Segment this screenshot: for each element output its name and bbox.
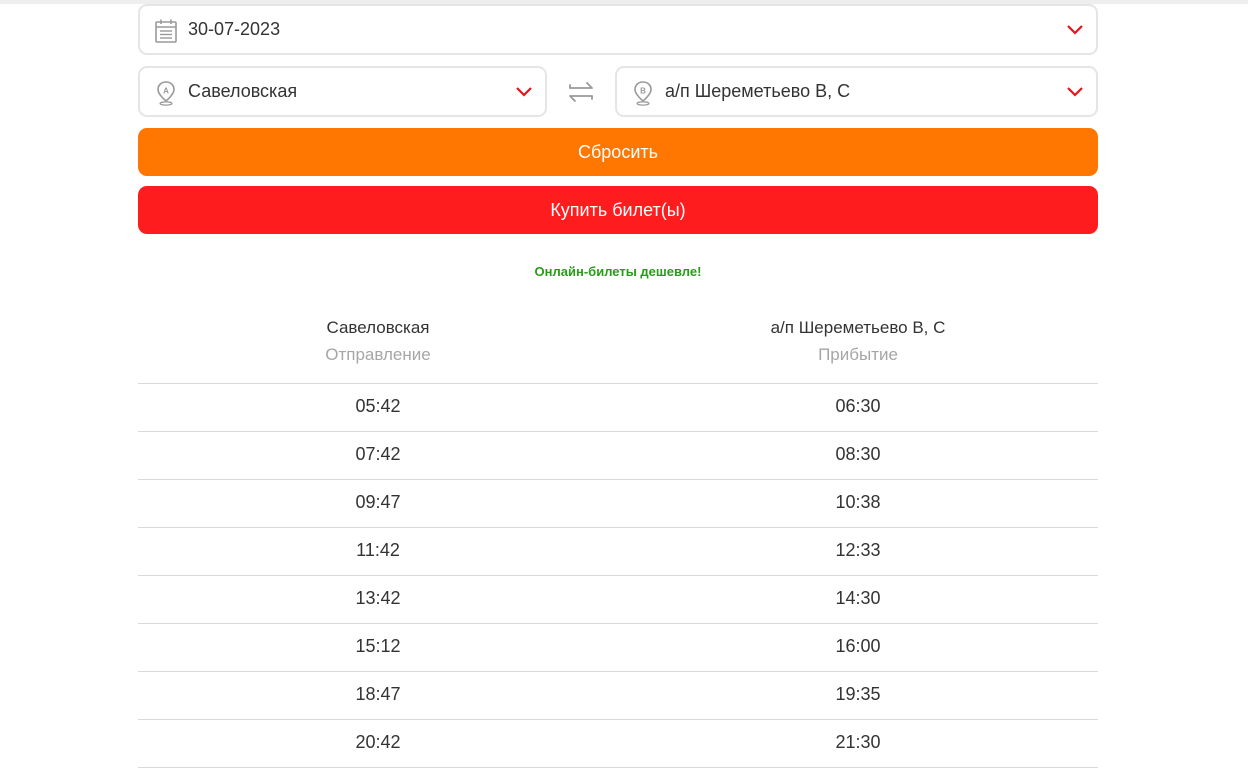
departure-time: 09:47	[355, 492, 401, 512]
chevron-down-icon	[1067, 87, 1083, 97]
departure-time: 07:42	[355, 444, 401, 464]
arrival-station-name: а/п Шереметьево B, C	[770, 318, 946, 337]
svg-text:A: A	[163, 87, 169, 96]
arrival-station-select[interactable]: B а/п Шереметьево B, C	[615, 66, 1098, 117]
calendar-icon	[155, 19, 177, 43]
departure-time: 05:42	[355, 396, 401, 416]
chevron-down-icon	[1067, 25, 1083, 35]
departure-column-header: Савеловская Отправление	[138, 316, 618, 367]
chevron-down-icon	[516, 87, 532, 97]
arrival-time: 14:30	[835, 588, 881, 608]
arrival-time: 12:33	[835, 540, 881, 560]
schedule-table: 05:42 06:30 07:42 08:30 09:47 10:38 11:4…	[138, 384, 1098, 768]
arrival-time: 08:30	[835, 444, 881, 464]
schedule-header: Савеловская Отправление а/п Шереметьево …	[138, 316, 1098, 384]
schedule-row: 20:42 21:30	[138, 720, 1098, 768]
departure-time: 11:42	[356, 540, 400, 560]
schedule-row: 18:47 19:35	[138, 672, 1098, 720]
arrival-column-header: а/п Шереметьево B, C Прибытие	[618, 316, 1098, 367]
buy-ticket-button[interactable]: Купить билет(ы)	[138, 186, 1098, 234]
promo-text: Онлайн-билеты дешевле!	[534, 264, 702, 279]
departure-station-value: Савеловская	[188, 81, 298, 101]
location-pin-a-icon: A	[157, 81, 175, 106]
schedule-row: 13:42 14:30	[138, 576, 1098, 624]
departure-time: 20:42	[355, 732, 401, 752]
schedule-row: 05:42 06:30	[138, 384, 1098, 432]
schedule-row: 11:42 12:33	[138, 528, 1098, 576]
schedule-row: 07:42 08:30	[138, 432, 1098, 480]
arrival-label: Прибытие	[818, 345, 898, 364]
date-select[interactable]: 30-07-2023	[138, 4, 1098, 55]
arrival-time: 06:30	[835, 396, 881, 416]
schedule-row: 15:12 16:00	[138, 624, 1098, 672]
arrival-time: 19:35	[835, 684, 881, 704]
schedule-row: 09:47 10:38	[138, 480, 1098, 528]
departure-time: 18:47	[355, 684, 401, 704]
svg-text:B: B	[640, 87, 646, 96]
arrival-time: 16:00	[835, 636, 881, 656]
swap-arrows-icon[interactable]	[566, 79, 596, 105]
departure-label: Отправление	[325, 345, 431, 364]
departure-time: 15:12	[355, 636, 401, 656]
reset-button[interactable]: Сбросить	[138, 128, 1098, 176]
departure-station-select[interactable]: A Савеловская	[138, 66, 547, 117]
arrival-station-value: а/п Шереметьево B, C	[665, 81, 851, 101]
departure-time: 13:42	[355, 588, 401, 608]
departure-station-name: Савеловская	[326, 318, 430, 337]
arrival-time: 21:30	[835, 732, 881, 752]
date-value: 30-07-2023	[188, 19, 281, 39]
arrival-time: 10:38	[835, 492, 881, 512]
location-pin-b-icon: B	[634, 81, 652, 106]
